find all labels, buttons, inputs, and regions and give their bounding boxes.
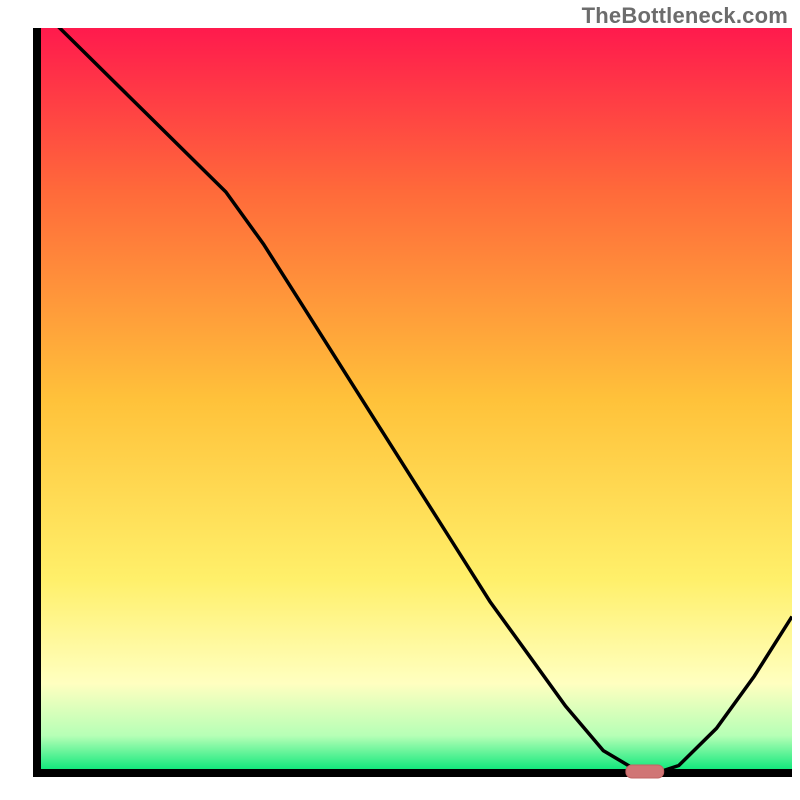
plot-background bbox=[37, 28, 792, 773]
chart-container: { "watermark": "TheBottleneck.com", "col… bbox=[0, 0, 800, 800]
bottleneck-chart bbox=[0, 0, 800, 800]
optimal-marker bbox=[626, 765, 664, 778]
